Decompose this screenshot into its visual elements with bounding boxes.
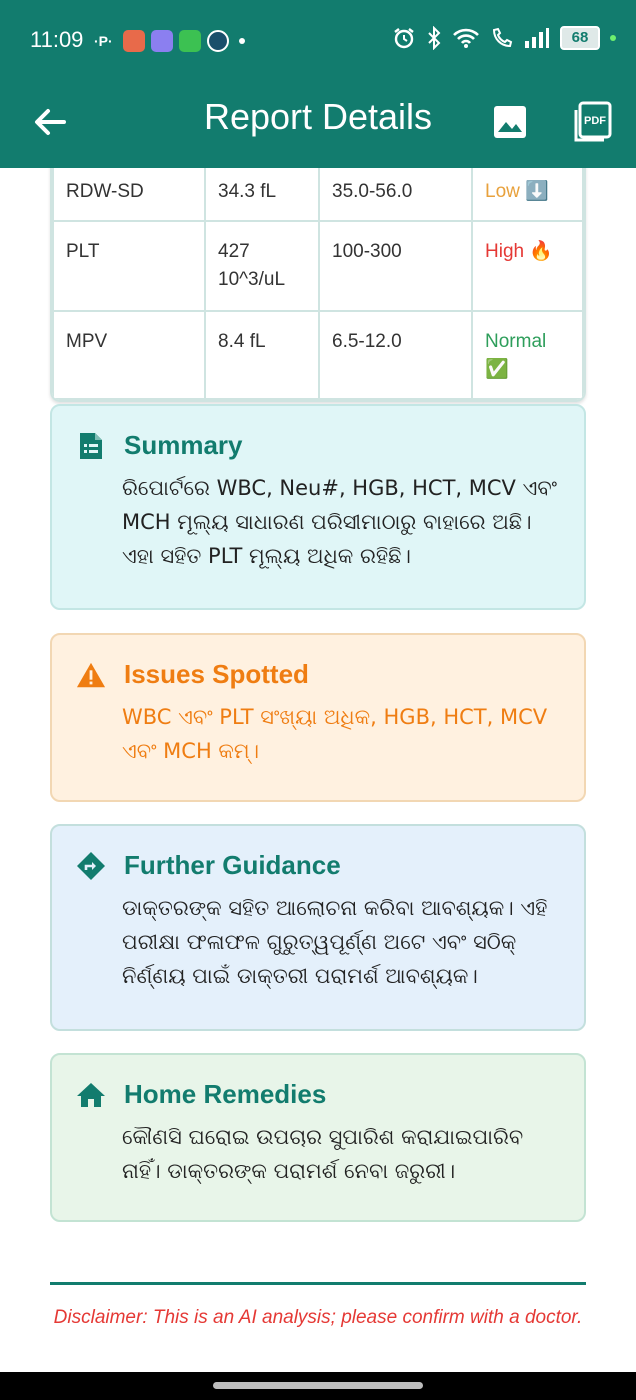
page-title: Report Details (203, 96, 433, 137)
summary-title: Summary (124, 430, 243, 460)
bluetooth-icon (428, 26, 441, 50)
test-name: MPV (52, 310, 206, 400)
test-name: RDW-SD (52, 168, 206, 222)
test-range: 6.5-12.0 (318, 310, 473, 400)
issues-card: Issues Spotted WBC ଏବଂ PLT ସଂଖ୍ୟା ଅଧିକ, … (50, 633, 586, 802)
guidance-text: ଡାକ୍ତରଙ୍କ ସହିତ ଆଲୋଚନା କରିବା ଆବଶ୍ୟକ। ଏହି … (122, 896, 548, 988)
whatsapp-icon (178, 30, 201, 52)
status-badge: Low ⬇️ (471, 168, 584, 222)
test-name: PLT (52, 220, 206, 312)
more-dot-icon (238, 38, 245, 44)
results-table: RDW-SD 34.3 fL 35.0-56.0 Low ⬇️ PLT 427 … (50, 168, 586, 402)
guidance-card: Further Guidance ଡାକ୍ତରଙ୍କ ସହିତ ଆଲୋଚନା କ… (50, 824, 586, 1031)
remedies-text: କୌଣସି ଘରୋଇ ଉପଚାର ସୁପାରିଶ କରାଯାଇପାରିବ ନାହ… (122, 1125, 524, 1183)
settings-app-icon (206, 30, 229, 52)
table-row: RDW-SD 34.3 fL 35.0-56.0 Low ⬇️ (52, 168, 584, 222)
table-row: PLT 427 10^3/uL 100-300 High 🔥 (52, 220, 584, 312)
system-icons: 68 (392, 26, 616, 50)
gesture-nav-bar (0, 1372, 636, 1400)
test-value: 8.4 fL (204, 310, 320, 400)
directions-icon (76, 851, 106, 881)
notification-icons: ·P· (94, 30, 245, 52)
game-app-icon (122, 30, 145, 52)
home-icon (76, 1080, 106, 1110)
status-time: 11:09 (30, 27, 84, 52)
test-range: 35.0-56.0 (318, 168, 473, 222)
remedies-card: Home Remedies କୌଣସି ଘରୋଇ ଉପଚାର ସୁପାରିଶ କ… (50, 1053, 586, 1222)
status-badge: Normal ✅ (471, 310, 584, 400)
status-bar: 11:09 ·P· 68 (0, 0, 636, 82)
summary-text: ରିପୋର୍ଟରେ WBC, Neu#, HGB, HCT, MCV ଏବଂ M… (122, 476, 558, 568)
test-range: 100-300 (318, 220, 473, 312)
remedies-title: Home Remedies (124, 1079, 327, 1109)
signal-icon (525, 28, 549, 48)
report-content[interactable]: RDW-SD 34.3 fL 35.0-56.0 Low ⬇️ PLT 427 … (0, 168, 636, 1372)
warning-icon (76, 660, 106, 690)
status-badge: High 🔥 (471, 220, 584, 312)
privacy-dot (610, 35, 616, 41)
document-icon (76, 431, 106, 461)
wifi-icon (453, 28, 479, 48)
p-icon: ·P· (94, 33, 113, 49)
wifi-call-icon (492, 27, 513, 48)
battery-indicator: 68 (560, 26, 600, 50)
chat-app-icon (150, 30, 173, 52)
guidance-title: Further Guidance (124, 850, 341, 880)
test-value: 34.3 fL (204, 168, 320, 222)
svg-text:PDF: PDF (584, 115, 606, 127)
disclaimer-text: Disclaimer: This is an AI analysis; plea… (53, 1307, 583, 1328)
app-bar: Report Details PDF (0, 82, 636, 168)
summary-card: Summary ରିପୋର୍ଟରେ WBC, Neu#, HGB, HCT, M… (50, 404, 586, 610)
divider (50, 1282, 586, 1285)
image-icon[interactable] (490, 102, 530, 142)
test-value: 427 10^3/uL (204, 220, 320, 312)
home-gesture-pill[interactable] (213, 1382, 423, 1389)
alarm-icon (394, 28, 414, 49)
issues-text: WBC ଏବଂ PLT ସଂଖ୍ୟା ଅଧିକ, HGB, HCT, MCV ଏ… (122, 705, 548, 763)
table-row: MPV 8.4 fL 6.5-12.0 Normal ✅ (52, 310, 584, 400)
pdf-icon[interactable]: PDF (572, 100, 614, 144)
issues-title: Issues Spotted (124, 659, 309, 689)
